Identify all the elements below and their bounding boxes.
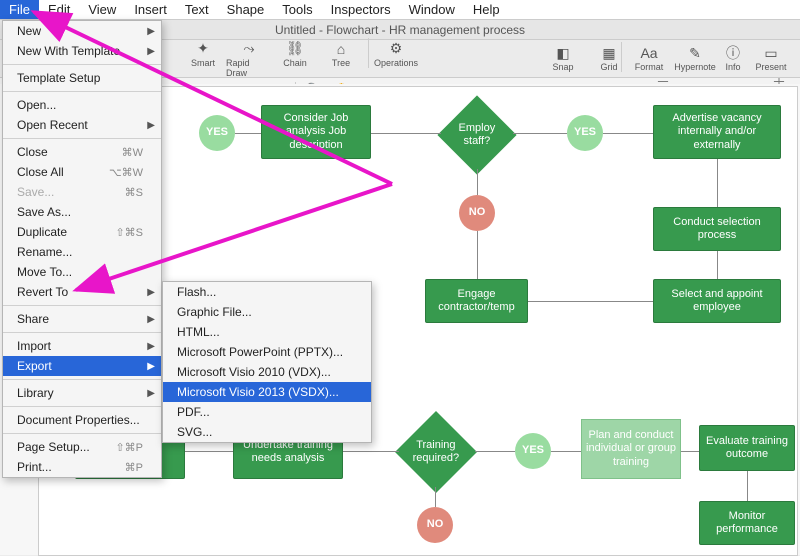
export-submenu: Flash...Graphic File...HTML...Microsoft … bbox=[162, 281, 372, 443]
file-menu-item-library[interactable]: Library▶ bbox=[3, 383, 161, 403]
info-icon: ⓘ bbox=[722, 44, 744, 62]
file-menu-item-new[interactable]: New▶ bbox=[3, 21, 161, 41]
node-plan-conduct[interactable]: Plan and conduct individual or group tra… bbox=[581, 419, 681, 479]
tool-info[interactable]: ⓘInfo bbox=[718, 42, 748, 74]
menu-inspectors[interactable]: Inspectors bbox=[322, 0, 400, 19]
format-icon: Aa bbox=[638, 44, 660, 62]
file-menu-item-revert-to[interactable]: Revert To▶ bbox=[3, 282, 161, 302]
menubar: File Edit View Insert Text Shape Tools I… bbox=[0, 0, 800, 20]
smart-icon: ✦ bbox=[192, 40, 214, 58]
export-menu-item-svg[interactable]: SVG... bbox=[163, 422, 371, 442]
node-yes-3[interactable]: YES bbox=[515, 433, 551, 469]
hypernote-icon: ✎ bbox=[684, 44, 706, 62]
node-advertise[interactable]: Advertise vacancy internally and/or exte… bbox=[653, 105, 781, 159]
tool-format[interactable]: AaFormat bbox=[626, 42, 672, 74]
node-training-required[interactable]: Training required? bbox=[395, 411, 477, 493]
file-menu-item-duplicate[interactable]: Duplicate⇧⌘S bbox=[3, 222, 161, 242]
export-menu-item-html[interactable]: HTML... bbox=[163, 322, 371, 342]
file-menu-item-close[interactable]: Close⌘W bbox=[3, 142, 161, 162]
tool-operations[interactable]: ⚙Operations bbox=[373, 38, 419, 70]
file-menu-item-open[interactable]: Open... bbox=[3, 95, 161, 115]
present-icon: ▭ bbox=[760, 44, 782, 62]
node-no-1[interactable]: NO bbox=[459, 195, 495, 231]
chain-icon: ⛓ bbox=[284, 40, 306, 58]
menu-window[interactable]: Window bbox=[400, 0, 464, 19]
node-yes-2[interactable]: YES bbox=[567, 115, 603, 151]
node-monitor[interactable]: Monitor performance bbox=[699, 501, 795, 545]
export-menu-item-microsoft-visio-2010-vdx[interactable]: Microsoft Visio 2010 (VDX)... bbox=[163, 362, 371, 382]
file-menu-item-new-with-template[interactable]: New With Template▶ bbox=[3, 41, 161, 61]
submenu-arrow-icon: ▶ bbox=[147, 287, 155, 298]
submenu-arrow-icon: ▶ bbox=[147, 26, 155, 37]
export-menu-item-microsoft-powerpoint-pptx[interactable]: Microsoft PowerPoint (PPTX)... bbox=[163, 342, 371, 362]
file-menu-item-rename[interactable]: Rename... bbox=[3, 242, 161, 262]
menu-text[interactable]: Text bbox=[176, 0, 218, 19]
menu-view[interactable]: View bbox=[79, 0, 125, 19]
tool-snap[interactable]: ◧Snap bbox=[540, 42, 586, 74]
menu-insert[interactable]: Insert bbox=[125, 0, 176, 19]
tool-rapid-draw[interactable]: ⤳Rapid Draw bbox=[226, 38, 272, 80]
tool-smart[interactable]: ✦Smart bbox=[180, 38, 226, 70]
node-select-appoint[interactable]: Select and appoint employee bbox=[653, 279, 781, 323]
file-menu: New▶New With Template▶ Template Setup Open… bbox=[2, 20, 162, 478]
file-menu-item-save: Save...⌘S bbox=[3, 182, 161, 202]
file-menu-item-document-properties[interactable]: Document Properties... bbox=[3, 410, 161, 430]
file-menu-item-open-recent[interactable]: Open Recent▶ bbox=[3, 115, 161, 135]
file-menu-item-export[interactable]: Export▶ bbox=[3, 356, 161, 376]
node-no-2[interactable]: NO bbox=[417, 507, 453, 543]
submenu-arrow-icon: ▶ bbox=[147, 314, 155, 325]
document-title: Untitled - Flowchart - HR management pro… bbox=[275, 23, 525, 37]
menu-edit[interactable]: Edit bbox=[39, 0, 79, 19]
export-menu-item-pdf[interactable]: PDF... bbox=[163, 402, 371, 422]
menu-tools[interactable]: Tools bbox=[273, 0, 321, 19]
file-menu-item-close-all[interactable]: Close All⌥⌘W bbox=[3, 162, 161, 182]
operations-icon: ⚙ bbox=[385, 40, 407, 58]
file-menu-item-import[interactable]: Import▶ bbox=[3, 336, 161, 356]
tool-tree[interactable]: ⌂Tree bbox=[318, 38, 364, 70]
node-consider[interactable]: Consider Job analysis Job description bbox=[261, 105, 371, 159]
export-menu-item-flash[interactable]: Flash... bbox=[163, 282, 371, 302]
node-employ-staff[interactable]: Employ staff? bbox=[437, 95, 516, 174]
file-menu-item-save-as[interactable]: Save As... bbox=[3, 202, 161, 222]
submenu-arrow-icon: ▶ bbox=[147, 46, 155, 57]
submenu-arrow-icon: ▶ bbox=[147, 120, 155, 131]
export-menu-item-graphic-file[interactable]: Graphic File... bbox=[163, 302, 371, 322]
submenu-arrow-icon: ▶ bbox=[147, 341, 155, 352]
menu-shape[interactable]: Shape bbox=[218, 0, 274, 19]
file-menu-item-print[interactable]: Print...⌘P bbox=[3, 457, 161, 477]
tool-chain[interactable]: ⛓Chain bbox=[272, 38, 318, 70]
file-menu-item-template-setup[interactable]: Template Setup bbox=[3, 68, 161, 88]
node-engage[interactable]: Engage contractor/temp bbox=[425, 279, 528, 323]
tool-hypernote[interactable]: ✎Hypernote bbox=[672, 42, 718, 74]
submenu-arrow-icon: ▶ bbox=[147, 388, 155, 399]
export-menu-item-microsoft-visio-2013-vsdx[interactable]: Microsoft Visio 2013 (VSDX)... bbox=[163, 382, 371, 402]
menu-help[interactable]: Help bbox=[464, 0, 509, 19]
tree-icon: ⌂ bbox=[330, 40, 352, 58]
snap-icon: ◧ bbox=[552, 44, 574, 62]
file-menu-item-share[interactable]: Share▶ bbox=[3, 309, 161, 329]
menu-file[interactable]: File bbox=[0, 0, 39, 19]
rapid-draw-icon: ⤳ bbox=[238, 40, 260, 58]
node-conduct-selection[interactable]: Conduct selection process bbox=[653, 207, 781, 251]
file-menu-item-move-to[interactable]: Move To... bbox=[3, 262, 161, 282]
file-menu-item-page-setup[interactable]: Page Setup...⇧⌘P bbox=[3, 437, 161, 457]
submenu-arrow-icon: ▶ bbox=[147, 361, 155, 372]
node-yes-1[interactable]: YES bbox=[199, 115, 235, 151]
node-evaluate[interactable]: Evaluate training outcome bbox=[699, 425, 795, 471]
tool-present[interactable]: ▭Present bbox=[748, 42, 794, 74]
